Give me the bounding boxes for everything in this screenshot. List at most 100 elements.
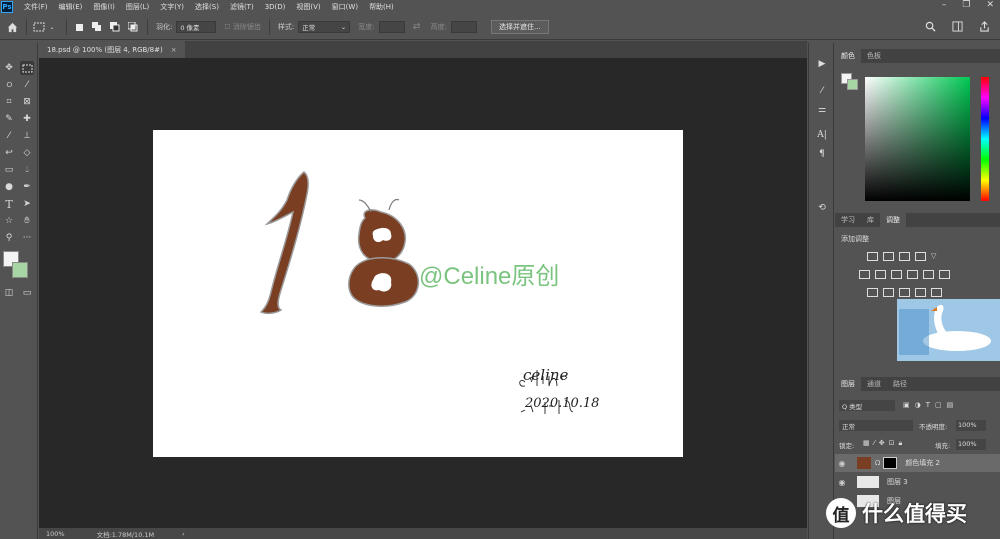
- status-arrow-icon[interactable]: ›: [182, 530, 185, 538]
- healing-brush-icon[interactable]: ✚: [20, 112, 34, 126]
- menu-edit[interactable]: 编辑(E): [59, 2, 83, 12]
- restore-button[interactable]: ❐: [962, 0, 970, 10]
- invert-icon[interactable]: [867, 288, 878, 297]
- eraser-tool-icon[interactable]: ◇: [20, 146, 34, 160]
- clone-stamp-icon[interactable]: ⊥: [20, 129, 34, 143]
- crop-tool-icon[interactable]: ⌗: [2, 95, 16, 109]
- shape-tool-icon[interactable]: ☆: [2, 214, 16, 228]
- width-input[interactable]: [378, 21, 405, 33]
- zoom-tool-icon[interactable]: ⚲: [2, 231, 16, 245]
- antialias-checkbox[interactable]: ☐ 消除锯齿: [224, 22, 261, 32]
- brush-settings-icon[interactable]: ⁄: [815, 84, 829, 98]
- menu-image[interactable]: 图像(I): [93, 2, 115, 12]
- more-tools-icon[interactable]: ···: [20, 231, 34, 245]
- marquee-preset-icon[interactable]: [33, 21, 45, 33]
- menu-window[interactable]: 窗口(W): [332, 2, 358, 12]
- bg-color-swatch[interactable]: [847, 79, 858, 90]
- hue-slider[interactable]: [981, 77, 989, 201]
- blend-mode-select[interactable]: 正常: [839, 420, 913, 431]
- gradient-tool-icon[interactable]: ▭: [2, 163, 16, 177]
- color-picker-field[interactable]: [865, 77, 970, 201]
- selective-color-icon[interactable]: [931, 288, 942, 297]
- photo-filter-icon[interactable]: [907, 270, 918, 279]
- tab-color[interactable]: 颜色: [835, 49, 861, 63]
- rect-marquee-tool-icon[interactable]: [20, 61, 34, 75]
- canvas-area[interactable]: @Celine原创 celine 2020.10.18: [39, 58, 807, 528]
- close-tab-icon[interactable]: ×: [171, 46, 177, 54]
- menu-view[interactable]: 视图(V): [296, 2, 320, 12]
- pen-tool-icon[interactable]: ✒: [20, 180, 34, 194]
- height-input[interactable]: [450, 21, 477, 33]
- brush-tool-icon[interactable]: ⁄: [2, 129, 16, 143]
- quick-select-tool-icon[interactable]: ⁄: [20, 78, 34, 92]
- search-icon[interactable]: [925, 21, 936, 35]
- history-icon[interactable]: ⟲: [815, 201, 829, 215]
- layer-row[interactable]: ◉ 图层 3: [835, 473, 1000, 491]
- frame-tool-icon[interactable]: ⊠: [20, 95, 34, 109]
- color-lookup-icon[interactable]: [939, 270, 950, 279]
- blur-tool-icon[interactable]: 💧︎: [20, 163, 34, 177]
- tab-layers[interactable]: 图层: [835, 377, 861, 391]
- workspace-icon[interactable]: [952, 21, 963, 35]
- curves-icon[interactable]: [899, 252, 910, 261]
- menu-layer[interactable]: 图层(L): [126, 2, 149, 12]
- hue-saturation-icon[interactable]: [859, 270, 870, 279]
- lasso-tool-icon[interactable]: ഠ: [2, 78, 16, 92]
- tab-adjustments[interactable]: 调整: [880, 213, 906, 227]
- character-icon[interactable]: A|: [815, 128, 829, 142]
- close-window-button[interactable]: ✕: [986, 0, 994, 10]
- kind-filter[interactable]: Q 类型: [839, 400, 895, 411]
- tab-paths[interactable]: 路径: [887, 377, 913, 391]
- new-selection-icon[interactable]: [73, 21, 85, 33]
- eyedropper-tool-icon[interactable]: ✎: [2, 112, 16, 126]
- layer-row[interactable]: ◉ ᘯ 颜色填充 2: [835, 454, 1000, 472]
- hand-tool-icon[interactable]: ✋︎: [20, 214, 34, 228]
- menu-type[interactable]: 文字(Y): [160, 2, 184, 12]
- tab-channels[interactable]: 通道: [861, 377, 887, 391]
- black-white-icon[interactable]: [891, 270, 902, 279]
- history-brush-icon[interactable]: ↩: [2, 146, 16, 160]
- style-select[interactable]: 正常 ⌄: [298, 21, 351, 33]
- menu-select[interactable]: 选择(S): [195, 2, 219, 12]
- menu-filter[interactable]: 滤镜(T): [230, 2, 254, 12]
- color-balance-icon[interactable]: [875, 270, 886, 279]
- gradient-map-icon[interactable]: [915, 288, 926, 297]
- tab-learn[interactable]: 学习: [835, 213, 861, 227]
- eye-icon[interactable]: ◉: [835, 459, 849, 468]
- share-icon[interactable]: [979, 21, 990, 35]
- swap-icon[interactable]: ⇄: [411, 21, 423, 33]
- eye-icon[interactable]: ◉: [835, 478, 849, 487]
- select-and-mask-button[interactable]: 选择并遮住...: [490, 20, 549, 34]
- tab-swatches[interactable]: 色板: [861, 49, 887, 63]
- play-action-icon[interactable]: ▶: [815, 57, 829, 71]
- screen-mode-icon[interactable]: ▭: [20, 286, 34, 300]
- threshold-icon[interactable]: [899, 288, 910, 297]
- paragraph-icon[interactable]: ¶: [815, 147, 829, 161]
- feather-input[interactable]: 0 像素: [176, 21, 217, 33]
- document-canvas[interactable]: @Celine原创 celine 2020.10.18: [153, 130, 683, 457]
- minimize-button[interactable]: –: [942, 0, 947, 10]
- vibrance-icon[interactable]: ▽: [931, 252, 942, 261]
- menu-file[interactable]: 文件(F): [24, 2, 48, 12]
- home-icon[interactable]: [6, 21, 18, 33]
- levels-icon[interactable]: [883, 252, 894, 261]
- exposure-icon[interactable]: [915, 252, 926, 261]
- document-tab[interactable]: 18.psd @ 100% (图层 4, RGB/8#) ×: [39, 41, 185, 58]
- subtract-selection-icon[interactable]: [109, 21, 121, 33]
- zoom-level[interactable]: 100%: [46, 530, 65, 538]
- menu-help[interactable]: 帮助(H): [369, 2, 394, 12]
- fill-input[interactable]: 100%: [956, 439, 986, 450]
- chevron-down-icon[interactable]: ⌄: [46, 21, 58, 33]
- quick-mask-icon[interactable]: ◫: [2, 286, 16, 300]
- add-selection-icon[interactable]: [91, 21, 103, 33]
- intersect-selection-icon[interactable]: [127, 21, 139, 33]
- background-color-swatch[interactable]: [12, 262, 28, 278]
- tab-libraries[interactable]: 库: [861, 213, 880, 227]
- path-select-icon[interactable]: ➤: [20, 197, 34, 211]
- opacity-input[interactable]: 100%: [956, 420, 986, 431]
- brightness-icon[interactable]: [867, 252, 878, 261]
- type-tool-icon[interactable]: T: [2, 197, 16, 211]
- dodge-tool-icon[interactable]: ●: [2, 180, 16, 194]
- menu-3d[interactable]: 3D(D): [265, 3, 286, 11]
- properties-icon[interactable]: ⚌: [815, 103, 829, 117]
